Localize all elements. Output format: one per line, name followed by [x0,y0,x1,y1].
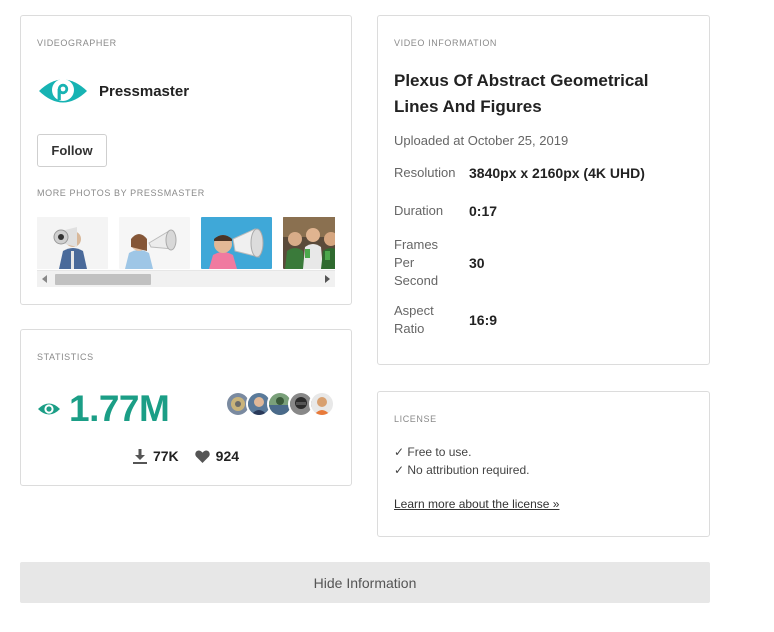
aspect-ratio-row: Aspect Ratio 16:9 [394,302,497,338]
downloads-stat: 77K [132,448,179,464]
photos-horizontal-scrollbar[interactable] [37,270,335,287]
license-learn-more-link[interactable]: Learn more about the license » [394,497,559,511]
frames-per-second-row: Frames Per Second 30 [394,236,485,290]
duration-row: Duration 0:17 [394,202,497,220]
statistics-card: STATISTICS 1.77M 77K 924 [20,329,352,486]
upload-date: Uploaded at October 25, 2019 [394,133,569,148]
pressmaster-logo-icon[interactable] [37,74,89,108]
thumbnail-man-megaphone-blue[interactable] [201,217,272,269]
aspect-ratio-label: Aspect Ratio [394,303,434,336]
friends-cheering-image [283,217,335,269]
videographer-name[interactable]: Pressmaster [99,83,189,100]
liker-avatars [225,391,335,417]
resolution-value: 3840px x 2160px (4K UHD) [469,165,645,181]
eye-icon [38,403,60,415]
frames-per-second-label: Frames Per Second [394,237,439,288]
videographer-section-label: VIDEOGRAPHER [37,38,117,48]
thumbnail-friends-cheering[interactable] [283,217,335,269]
man-megaphone-blue-image [201,217,272,269]
duration-label: Duration [394,203,444,218]
views-count: 1.77M [69,388,170,429]
download-icon [132,448,147,464]
hide-information-button[interactable]: Hide Information [20,562,710,603]
megaphone-man-image [37,217,108,269]
duration-value: 0:17 [469,203,498,219]
videographer-card: VIDEOGRAPHER Pressmaster Follow MORE PHO… [20,15,352,305]
likes-stat: 924 [194,448,240,464]
license-section-label: LICENSE [394,414,437,424]
video-information-card: VIDEO INFORMATION Plexus Of Abstract Geo… [377,15,710,365]
videographer-profile[interactable]: Pressmaster [37,74,189,108]
heart-icon [194,450,210,463]
thumbnail-megaphone-man[interactable] [37,217,108,269]
license-no-attribution: ✓ No attribution required. [394,463,530,477]
avatar[interactable] [309,391,335,417]
resolution-label: Resolution [394,165,456,180]
views-count-block: 1.77M [37,388,170,430]
more-photos-strip [37,217,335,269]
thumbnail-woman-megaphone[interactable] [119,217,190,269]
video-information-section-label: VIDEO INFORMATION [394,38,498,48]
video-title: Plexus Of Abstract Geometrical Lines And… [394,71,649,116]
license-card: LICENSE ✓ Free to use. ✓ No attribution … [377,391,710,537]
license-free-to-use: ✓ Free to use. [394,445,472,459]
statistics-section-label: STATISTICS [37,352,94,362]
resolution-row: Resolution 3840px x 2160px (4K UHD) [394,164,645,182]
stats-row: 77K 924 [21,448,351,464]
downloads-count: 77K [152,448,179,464]
aspect-ratio-value: 16:9 [469,312,498,328]
frames-per-second-value: 30 [469,255,485,271]
scrollbar-thumb[interactable] [55,274,151,285]
more-photos-label: MORE PHOTOS BY PRESSMASTER [37,188,205,198]
woman-megaphone-image [119,217,190,269]
scroll-left-arrow-icon[interactable] [42,275,47,283]
follow-button[interactable]: Follow [37,134,107,167]
scroll-right-arrow-icon[interactable] [325,275,330,283]
likes-count: 924 [215,448,240,464]
